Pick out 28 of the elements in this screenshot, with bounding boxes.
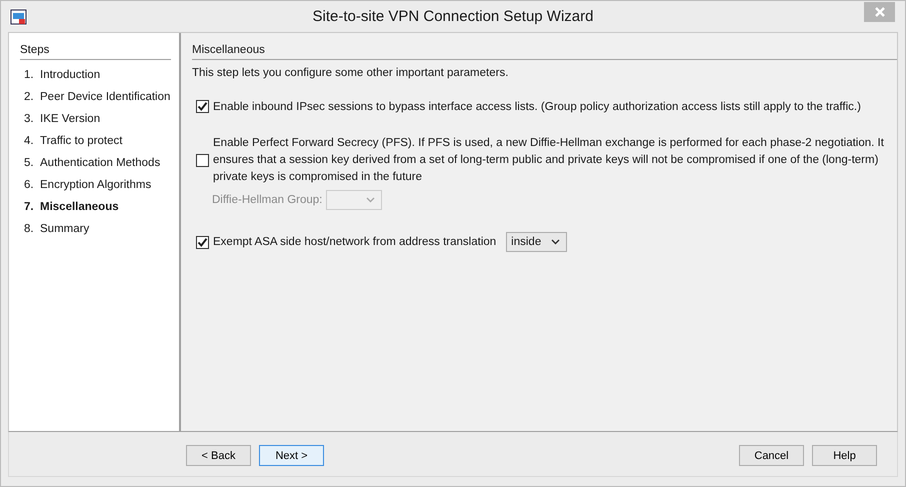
close-icon	[874, 6, 886, 18]
dialog-button[interactable]: Help	[812, 445, 877, 466]
section-heading: Miscellaneous	[192, 44, 897, 60]
step-item: 5. Authentication Methods	[23, 156, 162, 171]
checkbox-label: Exempt ASA side host/network from address translation	[213, 236, 496, 248]
steps-heading: Steps	[20, 44, 171, 60]
checkbox[interactable]	[196, 236, 209, 248]
step-item: 7. Miscellaneous	[23, 200, 120, 215]
step-item: 8. Summary	[23, 222, 90, 237]
step-item: 4. Traffic to protect	[23, 134, 124, 149]
wizard-button[interactable]: < Back	[186, 445, 251, 466]
wizard-button[interactable]: Next >	[259, 445, 324, 466]
caret-icon	[551, 239, 560, 245]
step-item: 6. Encryption Algorithms	[23, 178, 152, 193]
caret-icon	[366, 197, 376, 203]
interface-dropdown[interactable]: inside	[506, 232, 568, 252]
checkbox[interactable]	[196, 100, 209, 113]
checkbox-label: Enable Perfect Forward Secrecy (PFS). If PFS is used, a new Diffie-Hellman exchange is performed for each phase-2 negotiation. It ensures that a session key derived from a set of long-term public and private keys will not be compromised if one of the (long-term) private keys is compromised in the future	[213, 136, 885, 185]
step-item: 1. Introduction	[23, 68, 102, 83]
group-label: Diffie-Hellman Group:	[212, 194, 322, 206]
dialog-button[interactable]: Cancel	[739, 445, 804, 466]
step-item: 3. IKE Version	[23, 112, 102, 127]
checkbox-label: Enable inbound IPsec sessions to bypass interface access lists. (Group policy authorization access lists still apply to the traffic.)	[213, 100, 861, 112]
step-item: 2. Peer Device Identification	[23, 90, 172, 105]
checkbox[interactable]	[196, 154, 209, 167]
intro-text: This step lets you configure some other important parameters.	[192, 67, 510, 79]
app-icon	[10, 8, 28, 26]
window-title: Site-to-site VPN Connection Setup Wizard	[312, 8, 594, 25]
